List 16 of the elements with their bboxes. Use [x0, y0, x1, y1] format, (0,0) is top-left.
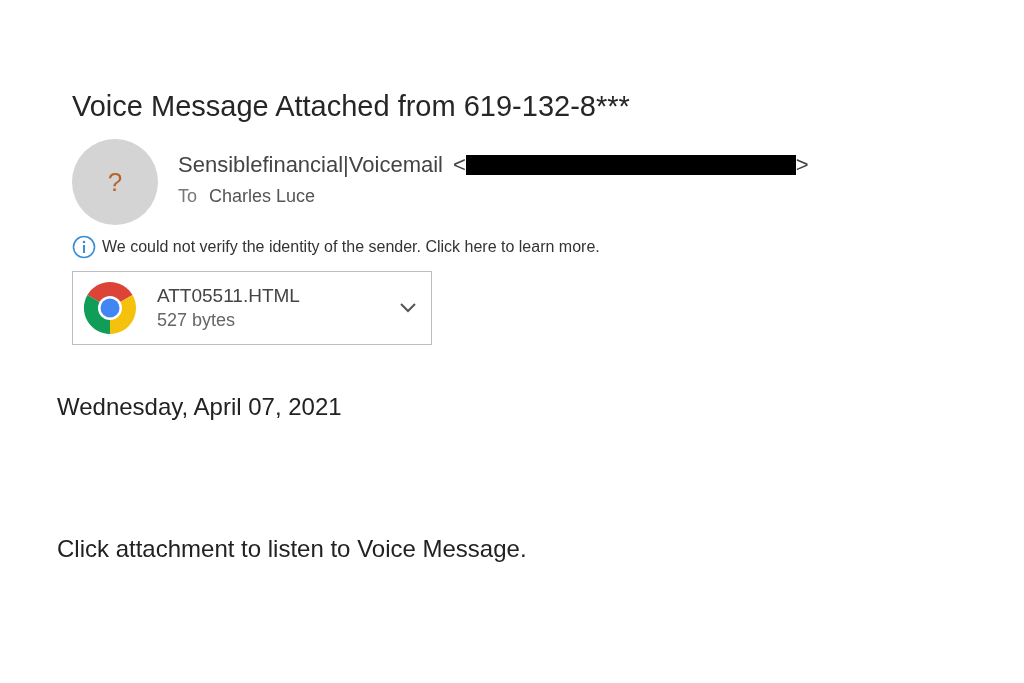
browser-logo-icon [83, 281, 137, 335]
attachment-name: ATT05511.HTML [157, 284, 301, 308]
sender-bracket: < [453, 151, 466, 179]
chevron-down-icon[interactable] [399, 302, 417, 314]
body-text: Wednesday, April 07, 2021 [57, 392, 342, 422]
attachment-size: 527 bytes [157, 309, 237, 332]
email-subject: Voice Message Attached from 619-132-8*** [72, 89, 630, 124]
body-text: Click attachment to listen to Voice Message. [57, 534, 527, 564]
recipient-name: Charles Luce [209, 185, 316, 208]
sender-warning-text[interactable]: We could not verify the identity of the sender. Click here to learn more. [102, 235, 600, 259]
sender-name: Sensiblefinancial|Voicemail [178, 151, 443, 179]
sender-avatar: ? [72, 139, 158, 225]
sender-bracket: > [795, 151, 809, 179]
info-icon [72, 235, 96, 259]
to-label: To [178, 185, 197, 208]
attachment-card[interactable]: ATT05511.HTML 527 bytes [72, 271, 432, 345]
